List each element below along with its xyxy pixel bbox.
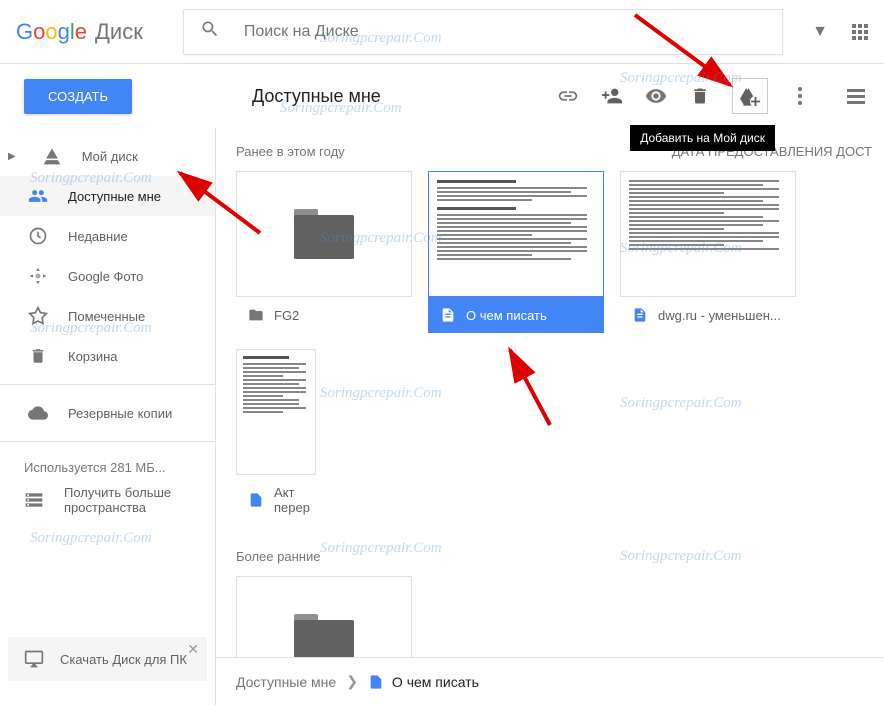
breadcrumb: Доступные мне ❯ О чем писать	[216, 657, 884, 705]
get-more-storage-link[interactable]: Получить больше пространства	[0, 479, 215, 525]
storage-used-text: Используется 281 МБ...	[0, 450, 215, 479]
add-to-drive-button[interactable]: Добавить на Мой диск	[732, 78, 768, 114]
search-bar[interactable]	[183, 9, 783, 55]
sidebar-item-my-drive[interactable]: ▶ Мой диск	[0, 136, 215, 176]
search-icon	[200, 19, 220, 44]
breadcrumb-root[interactable]: Доступные мне	[236, 674, 336, 690]
add-person-icon[interactable]	[600, 84, 624, 108]
sidebar-label: Резервные копии	[68, 406, 172, 421]
content-area: ДАТА ПРЕДОСТАВЛЕНИЯ ДОСТ Ранее в этом го…	[216, 128, 884, 705]
header-dropdown[interactable]: ▼	[804, 15, 836, 49]
chevron-right-icon: ▶	[8, 151, 16, 162]
file-card-doc[interactable]: Акт перер	[236, 349, 316, 525]
close-icon[interactable]: ✕	[187, 641, 199, 658]
file-card-doc-selected[interactable]: О чем писать	[428, 171, 604, 333]
app-header: Google Диск ▼	[0, 0, 884, 64]
docs-icon	[632, 307, 648, 323]
docs-icon	[440, 307, 456, 323]
more-options-icon[interactable]	[788, 84, 812, 108]
trash-nav-icon	[28, 346, 48, 366]
toolbar: СОЗДАТЬ Доступные мне Добавить на Мой ди…	[0, 64, 884, 128]
folder-icon	[248, 307, 264, 323]
photos-icon	[28, 266, 48, 286]
sidebar-item-backups[interactable]: Резервные копии	[0, 393, 215, 433]
file-card-folder[interactable]: FG2	[236, 171, 412, 333]
sidebar-label: Корзина	[68, 349, 118, 364]
storage-icon	[24, 490, 44, 510]
search-input[interactable]	[244, 23, 766, 41]
sidebar-item-trash[interactable]: Корзина	[0, 336, 215, 376]
drive-icon	[42, 146, 62, 166]
breadcrumb-current[interactable]: О чем писать	[368, 674, 479, 690]
docs-icon	[368, 674, 384, 690]
sidebar-item-photos[interactable]: Google Фото	[0, 256, 215, 296]
sidebar-label: Google Фото	[68, 269, 143, 284]
google-drive-logo[interactable]: Google Диск	[16, 19, 143, 45]
desktop-icon	[24, 649, 44, 669]
sidebar-item-shared[interactable]: Доступные мне	[0, 176, 215, 216]
docs-icon	[248, 492, 264, 508]
clock-icon	[28, 226, 48, 246]
tooltip-add-to-drive: Добавить на Мой диск	[630, 125, 775, 151]
sidebar-item-recent[interactable]: Недавние	[0, 216, 215, 256]
preview-icon[interactable]	[644, 84, 668, 108]
sidebar-label: Мой диск	[82, 149, 138, 164]
create-button[interactable]: СОЗДАТЬ	[24, 79, 132, 114]
link-icon[interactable]	[556, 84, 580, 108]
apps-grid-icon[interactable]	[852, 24, 868, 40]
section-older: Более ранние	[236, 549, 884, 564]
file-card-doc[interactable]: dwg.ru - уменьшен...	[620, 171, 796, 333]
sidebar: ▶ Мой диск Доступные мне Недавние Google…	[0, 128, 216, 705]
download-drive-card[interactable]: ✕ Скачать Диск для ПК	[8, 637, 207, 681]
page-title: Доступные мне	[252, 86, 381, 107]
sidebar-label: Помеченные	[68, 309, 145, 324]
chevron-right-icon: ❯	[346, 673, 358, 690]
list-view-icon[interactable]	[844, 84, 868, 108]
star-icon	[28, 306, 48, 326]
sidebar-label: Недавние	[68, 229, 128, 244]
cloud-icon	[28, 403, 48, 423]
sidebar-label: Доступные мне	[68, 189, 161, 204]
trash-icon[interactable]	[688, 84, 712, 108]
people-icon	[28, 186, 48, 206]
sidebar-item-starred[interactable]: Помеченные	[0, 296, 215, 336]
